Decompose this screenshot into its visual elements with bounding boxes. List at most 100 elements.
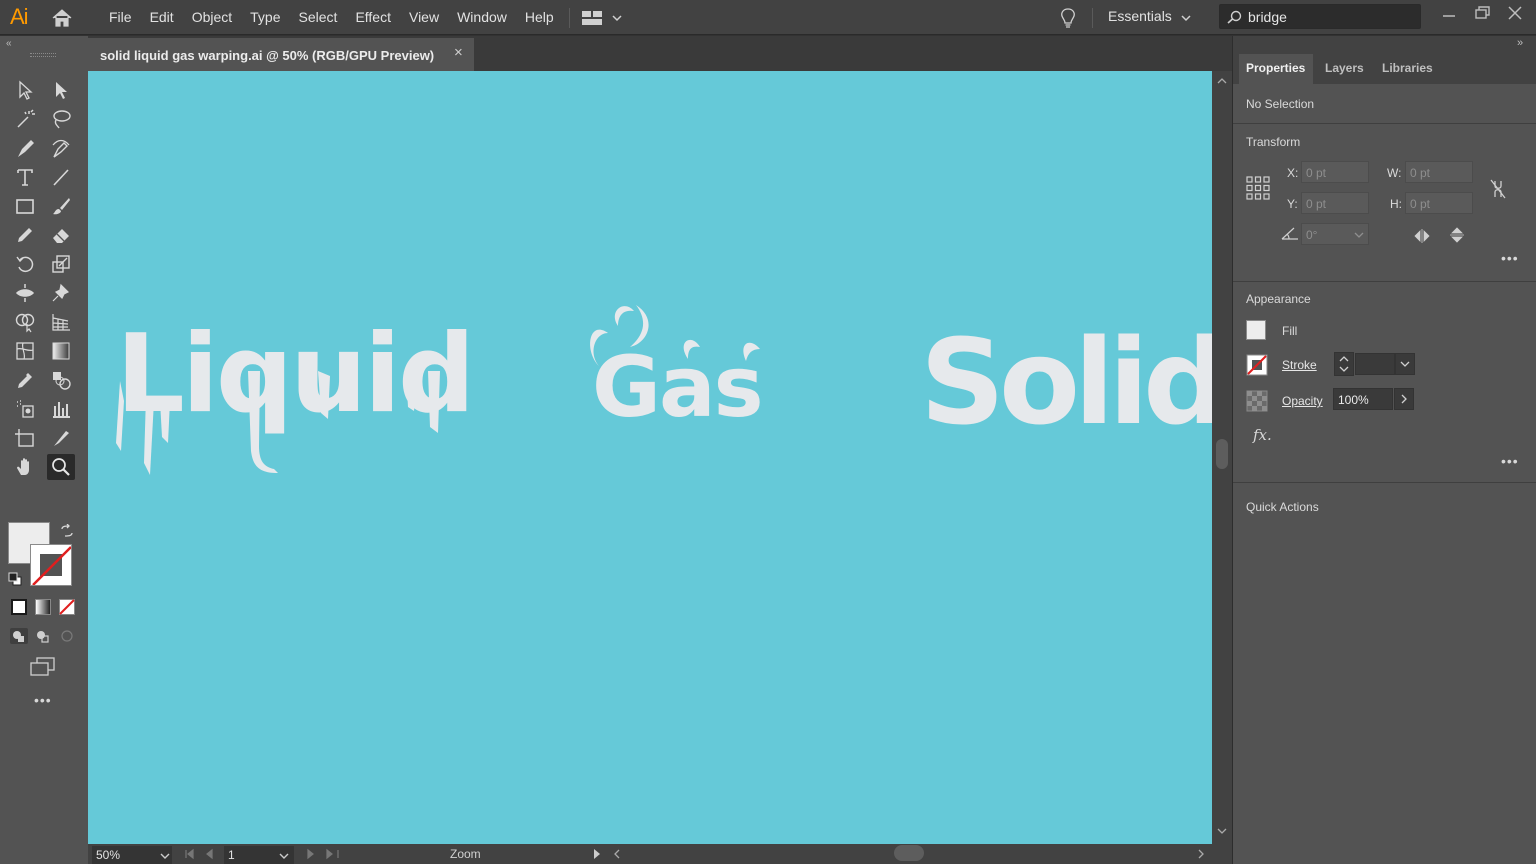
stroke-color-swatch[interactable]	[30, 544, 72, 586]
more-appearance-options-button[interactable]: •••	[1501, 453, 1519, 469]
blend-tool[interactable]	[47, 367, 75, 393]
workspace-switcher[interactable]: Essentials	[1108, 8, 1172, 24]
close-tab-icon[interactable]: ×	[454, 44, 463, 61]
collapse-panel-icon[interactable]: »	[1517, 37, 1523, 49]
stroke-label[interactable]: Stroke	[1282, 358, 1317, 372]
slice-tool[interactable]	[47, 425, 75, 451]
chevron-down-icon[interactable]	[279, 853, 289, 859]
reference-point-icon[interactable]	[1246, 176, 1270, 200]
type-tool[interactable]	[11, 164, 39, 190]
chevron-down-icon[interactable]	[1181, 14, 1191, 22]
menu-object[interactable]: Object	[183, 0, 241, 35]
scroll-down-icon[interactable]	[1216, 827, 1228, 835]
vertical-scrollbar[interactable]	[1212, 71, 1232, 844]
menu-edit[interactable]: Edit	[141, 0, 183, 35]
search-input[interactable]	[1248, 8, 1416, 26]
zoom-tool[interactable]	[47, 454, 75, 480]
next-last-artboard-icon[interactable]	[304, 848, 340, 860]
pen-tool[interactable]	[11, 135, 39, 161]
column-graph-tool[interactable]	[47, 396, 75, 422]
curvature-tool[interactable]	[47, 135, 75, 161]
lasso-tool[interactable]	[47, 106, 75, 132]
height-field[interactable]: 0 pt	[1405, 192, 1473, 214]
tab-layers[interactable]: Layers	[1325, 61, 1364, 75]
vertical-scroll-thumb[interactable]	[1216, 439, 1228, 469]
eraser-tool[interactable]	[47, 222, 75, 248]
tab-libraries[interactable]: Libraries	[1382, 61, 1433, 75]
chevron-down-icon[interactable]	[160, 853, 170, 859]
home-icon[interactable]	[50, 7, 74, 29]
width-field[interactable]: 0 pt	[1405, 161, 1473, 183]
rotate-field[interactable]: 0°	[1301, 223, 1369, 245]
menu-select[interactable]: Select	[290, 0, 347, 35]
none-mode-button[interactable]	[59, 599, 75, 615]
scroll-left-icon[interactable]	[612, 848, 622, 860]
gradient-tool[interactable]	[47, 338, 75, 364]
mesh-tool[interactable]	[11, 338, 39, 364]
scale-tool[interactable]	[47, 251, 75, 277]
default-colors-icon[interactable]	[8, 572, 22, 586]
arrange-documents-icon[interactable]	[582, 9, 626, 27]
play-status-icon[interactable]	[592, 848, 602, 860]
menu-type[interactable]: Type	[241, 0, 289, 35]
shape-builder-tool[interactable]	[11, 309, 39, 335]
scroll-up-icon[interactable]	[1216, 77, 1228, 85]
artboard-number-field[interactable]: 1	[224, 846, 294, 864]
constrain-proportions-icon[interactable]	[1489, 178, 1507, 200]
close-window-icon[interactable]	[1504, 4, 1526, 22]
line-tool[interactable]	[47, 164, 75, 190]
opacity-label[interactable]: Opacity	[1282, 394, 1323, 408]
menu-effect[interactable]: Effect	[346, 0, 400, 35]
stroke-none-swatch[interactable]	[1246, 354, 1268, 376]
fill-swatch[interactable]	[1246, 320, 1266, 340]
edit-toolbar-button[interactable]: •••	[34, 692, 52, 708]
menu-help[interactable]: Help	[516, 0, 563, 35]
document-tab[interactable]: solid liquid gas warping.ai @ 50% (RGB/G…	[88, 38, 474, 71]
pencil-tool[interactable]	[11, 222, 39, 248]
draw-normal-icon[interactable]	[9, 627, 29, 645]
gradient-mode-button[interactable]	[35, 599, 51, 615]
chevron-right-icon[interactable]	[1394, 388, 1414, 410]
draw-inside-icon[interactable]	[58, 627, 76, 645]
more-transform-options-button[interactable]: •••	[1501, 250, 1519, 266]
direct-selection-tool[interactable]	[47, 77, 75, 103]
eyedropper-tool[interactable]	[11, 367, 39, 393]
rectangle-tool[interactable]	[11, 193, 39, 219]
menu-view[interactable]: View	[400, 0, 448, 35]
menu-file[interactable]: File	[100, 0, 141, 35]
minimize-icon[interactable]	[1438, 4, 1460, 22]
x-field[interactable]: 0 pt	[1301, 161, 1369, 183]
screen-mode-icon[interactable]	[29, 656, 57, 678]
selection-tool[interactable]	[11, 77, 39, 103]
zoom-level-field[interactable]: 50%	[92, 846, 172, 864]
artboard-tool[interactable]	[11, 425, 39, 451]
horizontal-scroll-thumb[interactable]	[894, 845, 924, 861]
paintbrush-tool[interactable]	[47, 193, 75, 219]
swap-colors-icon[interactable]	[60, 524, 74, 538]
magic-wand-tool[interactable]	[11, 106, 39, 132]
fx-effects-button[interactable]: fx.	[1253, 426, 1272, 444]
hand-tool[interactable]	[11, 454, 39, 480]
stroke-weight-stepper[interactable]	[1334, 352, 1354, 376]
toolbar-grip[interactable]	[30, 53, 56, 57]
rotate-tool[interactable]	[11, 251, 39, 277]
puppet-warp-tool[interactable]	[47, 280, 75, 306]
opacity-field[interactable]: 100%	[1333, 388, 1393, 410]
y-field[interactable]: 0 pt	[1301, 192, 1369, 214]
lightbulb-icon[interactable]	[1059, 7, 1077, 29]
stroke-weight-field[interactable]	[1355, 353, 1395, 375]
scroll-right-icon[interactable]	[1196, 848, 1206, 860]
perspective-grid-tool[interactable]	[47, 309, 75, 335]
color-mode-button[interactable]	[11, 599, 27, 615]
flip-vertical-icon[interactable]	[1449, 226, 1465, 244]
flip-horizontal-icon[interactable]	[1413, 228, 1431, 244]
chevron-down-icon[interactable]	[1354, 232, 1364, 238]
symbol-sprayer-tool[interactable]	[11, 396, 39, 422]
chevron-down-icon[interactable]	[1395, 353, 1415, 375]
draw-behind-icon[interactable]	[34, 627, 52, 645]
width-tool[interactable]	[11, 280, 39, 306]
first-prev-artboard-icon[interactable]	[184, 848, 220, 860]
collapse-toolbar-icon[interactable]: «	[6, 38, 12, 49]
tab-properties[interactable]: Properties	[1246, 61, 1305, 75]
artboard-canvas[interactable]: Liquid Gas Solid	[88, 71, 1212, 844]
